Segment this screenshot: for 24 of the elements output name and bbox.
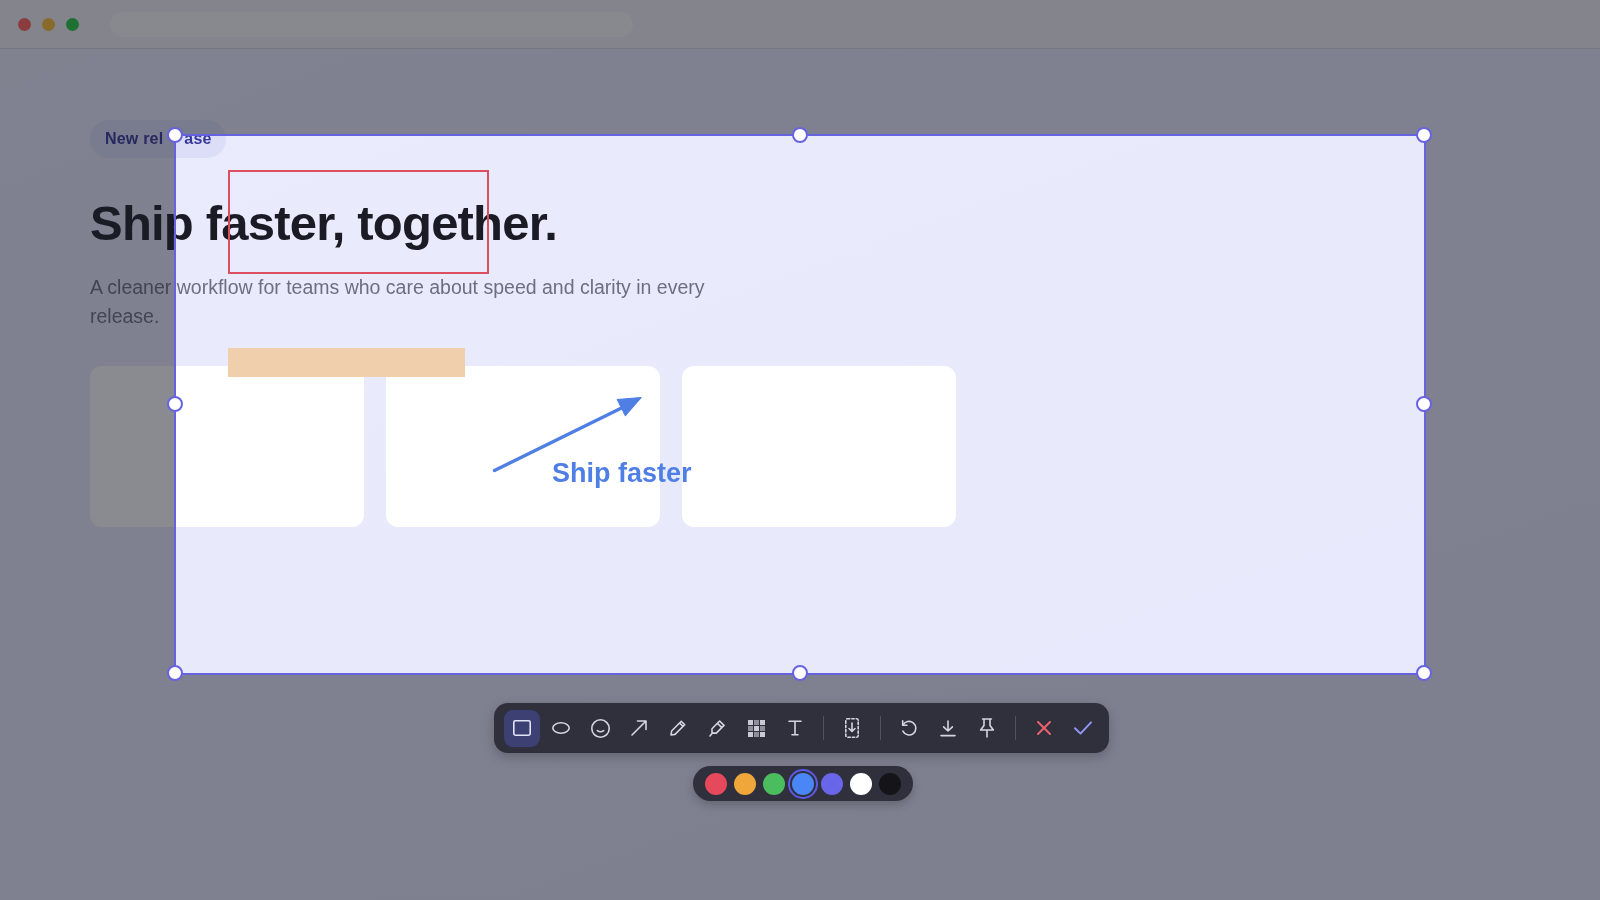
color-swatch-icon[interactable] [821, 772, 843, 795]
text-annotation: Ship faster [552, 457, 692, 489]
arrow-icon [631, 720, 647, 736]
circular-arrow-icon [900, 719, 918, 737]
color-swatch-icon[interactable] [879, 772, 901, 795]
square-icon [513, 720, 531, 736]
color-swatch-icon[interactable] [734, 772, 756, 795]
checkmark-icon [1074, 721, 1092, 735]
rectangle-tool-button[interactable] [504, 709, 540, 747]
marker-icon [709, 719, 725, 737]
ellipse-icon [552, 722, 570, 734]
page-subtitle: A cleaner workflow for teams who care about speed and clarity in every release. [90, 275, 706, 329]
color-swatch-icon[interactable] [850, 772, 872, 795]
color-swatch-icon[interactable] [705, 772, 727, 795]
pencil-icon [670, 720, 686, 736]
color-swatch-icon[interactable] [788, 768, 818, 799]
grid-icon [747, 719, 765, 737]
text-icon [788, 720, 802, 736]
smiley-icon [590, 718, 610, 738]
download-icon [940, 719, 956, 737]
badge-label: New rel [105, 129, 164, 149]
close-icon [1037, 721, 1051, 735]
color-swatch-icon[interactable] [763, 772, 785, 795]
pin-icon [979, 718, 995, 738]
